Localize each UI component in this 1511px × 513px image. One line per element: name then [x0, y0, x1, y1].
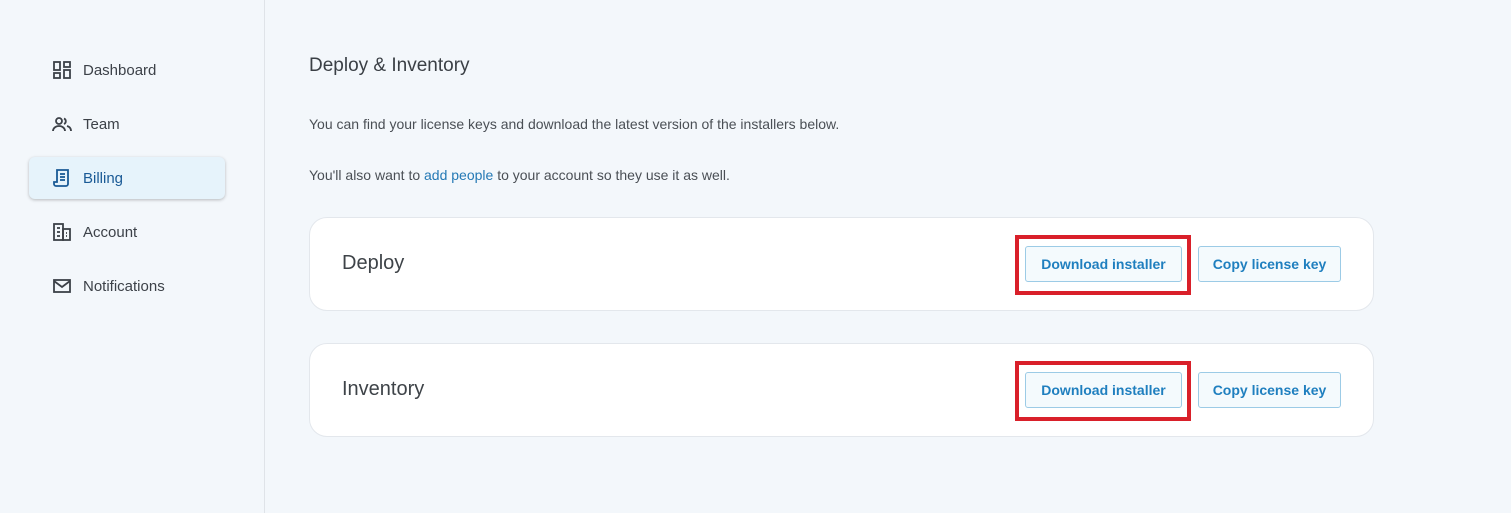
card-title: Inventory	[342, 378, 425, 400]
sidebar-item-account[interactable]: Account	[29, 211, 225, 253]
sidebar-item-notifications[interactable]: Notifications	[29, 265, 225, 307]
inventory-card: Inventory Download installer Copy licens…	[309, 343, 1374, 437]
building-icon	[52, 222, 72, 242]
copy-license-key-button[interactable]: Copy license key	[1198, 372, 1341, 408]
sidebar-item-label: Billing	[83, 169, 124, 187]
sidebar: Dashboard Team Billing Account Notificat…	[0, 0, 265, 513]
sidebar-item-label: Notifications	[83, 277, 165, 295]
deploy-card: Deploy Download installer Copy license k…	[309, 217, 1374, 311]
add-people-link[interactable]: add people	[424, 167, 493, 183]
sidebar-item-billing[interactable]: Billing	[29, 157, 225, 199]
download-installer-button[interactable]: Download installer	[1025, 246, 1182, 282]
intro-text: You can find your license keys and downl…	[309, 116, 840, 132]
download-installer-button[interactable]: Download installer	[1025, 372, 1182, 408]
dashboard-icon	[52, 60, 72, 80]
card-title: Deploy	[342, 252, 405, 274]
main-content: Deploy & Inventory You can find your lic…	[266, 0, 1511, 513]
page-title: Deploy & Inventory	[309, 55, 470, 76]
mail-icon	[52, 276, 72, 296]
sidebar-item-team[interactable]: Team	[29, 103, 225, 145]
add-people-text: You'll also want to add people to your a…	[309, 167, 730, 183]
sidebar-item-label: Account	[83, 223, 138, 241]
sidebar-item-label: Dashboard	[83, 61, 157, 79]
sidebar-item-dashboard[interactable]: Dashboard	[29, 49, 225, 91]
people-icon	[52, 114, 72, 134]
receipt-icon	[52, 168, 72, 188]
copy-license-key-button[interactable]: Copy license key	[1198, 246, 1341, 282]
sidebar-item-label: Team	[83, 115, 120, 133]
